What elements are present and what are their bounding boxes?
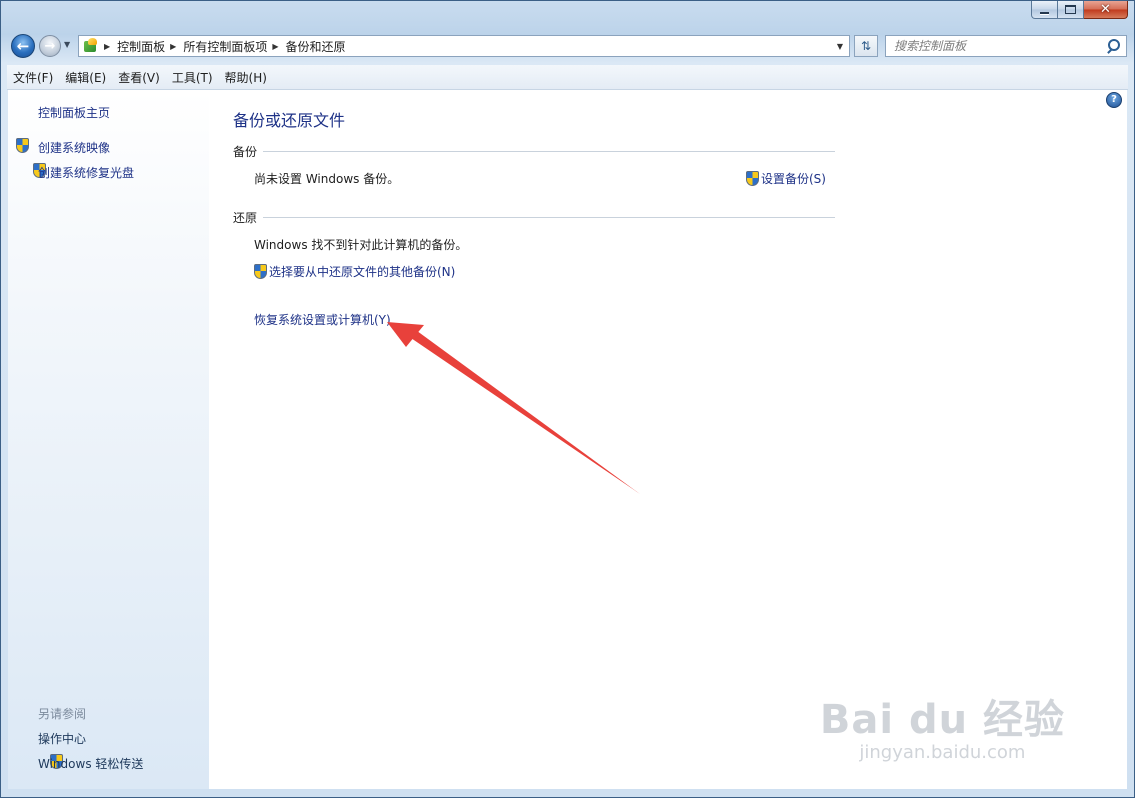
uac-shield-icon: [16, 138, 29, 153]
address-bar[interactable]: ▶ 控制面板 ▶ 所有控制面板项 ▶ 备份和还原 ▼: [78, 35, 850, 57]
backup-header-label: 备份: [233, 145, 258, 159]
menu-bar: 文件(F) 编辑(E) 查看(V) 工具(T) 帮助(H): [7, 65, 1128, 90]
minimize-icon: [1040, 11, 1049, 14]
refresh-button[interactable]: ⇅: [854, 35, 878, 57]
refresh-icon: ⇅: [860, 39, 872, 53]
close-button[interactable]: ✕: [1084, 1, 1128, 19]
back-button[interactable]: ←: [11, 34, 35, 58]
uac-shield-icon: [746, 171, 759, 186]
help-icon[interactable]: ?: [1106, 92, 1122, 108]
setup-backup-link[interactable]: 设置备份(S): [746, 170, 826, 187]
forward-arrow-icon: →: [44, 38, 56, 54]
recent-pages-dropdown[interactable]: ▼: [64, 40, 70, 49]
uac-shield-icon: [254, 264, 267, 279]
menu-view[interactable]: 查看(V): [112, 69, 166, 86]
maximize-icon: [1065, 5, 1076, 14]
watermark-logo: Bai du 经验: [819, 697, 1065, 743]
baidu-watermark: Bai du 经验 jingyan.baidu.com: [820, 700, 1065, 763]
sidebar: 控制面板主页 创建系统映像 创建系统修复光盘 另请参阅 操作中心 Windows…: [8, 90, 209, 789]
caption-buttons: ✕: [1031, 1, 1128, 19]
select-other-backup-label: 选择要从中还原文件的其他备份(N): [269, 265, 456, 279]
content-area: 控制面板主页 创建系统映像 创建系统修复光盘 另请参阅 操作中心 Windows…: [8, 90, 1127, 789]
breadcrumb-all-items[interactable]: 所有控制面板项: [183, 38, 267, 55]
backup-status-message: 尚未设置 Windows 备份。: [254, 172, 400, 186]
breadcrumb-chevron-icon[interactable]: ▶: [170, 42, 176, 51]
divider: [263, 217, 835, 218]
control-panel-icon: [83, 38, 99, 54]
sidebar-create-repair-disc[interactable]: 创建系统修复光盘: [38, 164, 134, 181]
forward-button[interactable]: →: [39, 35, 61, 57]
address-dropdown-icon[interactable]: ▼: [831, 42, 849, 51]
menu-file[interactable]: 文件(F): [7, 69, 59, 86]
select-other-backup-link[interactable]: 选择要从中还原文件的其他备份(N): [254, 263, 455, 280]
setup-backup-label: 设置备份(S): [761, 172, 826, 186]
menu-edit[interactable]: 编辑(E): [59, 69, 112, 86]
restore-status-message: Windows 找不到针对此计算机的备份。: [254, 238, 468, 252]
sidebar-action-center[interactable]: 操作中心: [38, 730, 86, 747]
control-panel-window: ✕ ← → ▼ ▶ 控制面板 ▶ 所有控制面板项 ▶ 备份和还原 ▼ ⇅ 文件(…: [0, 0, 1135, 798]
menu-help[interactable]: 帮助(H): [219, 69, 273, 86]
sidebar-create-system-image[interactable]: 创建系统映像: [38, 139, 110, 156]
minimize-button[interactable]: [1031, 1, 1058, 19]
search-box: [885, 35, 1127, 57]
restore-header-label: 还原: [233, 211, 258, 225]
breadcrumb-backup-restore[interactable]: 备份和还原: [286, 38, 346, 55]
divider: [263, 151, 835, 152]
navigation-row: ← → ▼ ▶ 控制面板 ▶ 所有控制面板项 ▶ 备份和还原 ▼ ⇅: [1, 32, 1134, 60]
see-also-heading: 另请参阅: [38, 707, 87, 721]
search-icon[interactable]: [1106, 39, 1120, 53]
backup-group-header: 备份: [233, 143, 835, 160]
recover-system-settings-link[interactable]: 恢复系统设置或计算机(Y): [254, 311, 391, 328]
breadcrumb-chevron-icon[interactable]: ▶: [272, 42, 278, 51]
sidebar-windows-easy-transfer[interactable]: Windows 轻松传送: [38, 755, 143, 772]
back-arrow-icon: ←: [16, 37, 30, 55]
menu-tools[interactable]: 工具(T): [166, 69, 219, 86]
search-input[interactable]: [892, 36, 1106, 56]
breadcrumb-control-panel[interactable]: 控制面板: [117, 38, 165, 55]
restore-group-header: 还原: [233, 209, 835, 226]
maximize-button[interactable]: [1058, 1, 1084, 19]
page-title: 备份或还原文件: [233, 111, 346, 130]
close-icon: ✕: [1100, 2, 1111, 17]
breadcrumb-chevron-icon[interactable]: ▶: [104, 42, 110, 51]
sidebar-control-panel-home[interactable]: 控制面板主页: [38, 104, 110, 121]
watermark-url: jingyan.baidu.com: [859, 742, 1026, 763]
